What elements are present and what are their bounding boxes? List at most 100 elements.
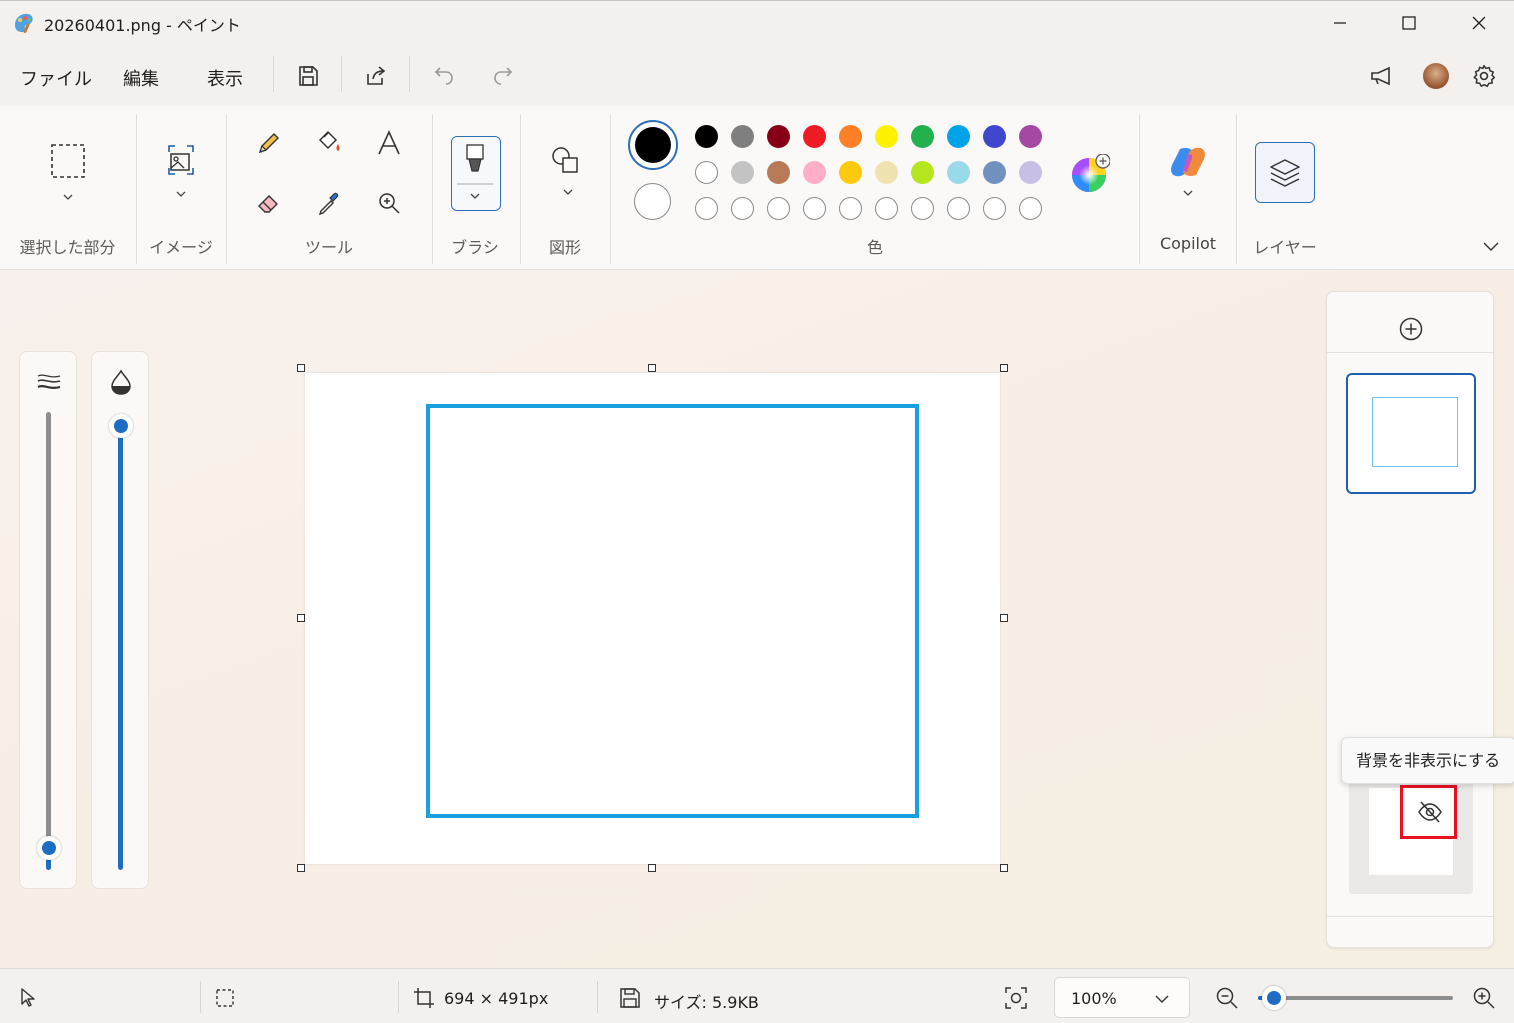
share-button[interactable] [360, 60, 392, 92]
undo-icon [434, 67, 453, 85]
fit-screen-icon [1005, 987, 1027, 1009]
custom-color-slot[interactable] [983, 197, 1006, 220]
zoom-slider-thumb[interactable] [1261, 986, 1286, 1010]
color-swatch[interactable] [695, 161, 718, 184]
brush-size-thumb[interactable] [37, 836, 61, 860]
text-tool[interactable] [372, 126, 406, 160]
edit-colors-button[interactable] [1070, 153, 1111, 194]
settings-button[interactable] [1468, 60, 1500, 92]
brush-size-track[interactable] [46, 412, 51, 870]
menu-view[interactable]: 表示 [207, 65, 243, 91]
ribbon: 選択した部分 イメージ ツール ブラシ 図形 色 Copilot レイヤー [0, 106, 1514, 270]
brush-icon [457, 144, 493, 199]
redo-button[interactable] [487, 60, 519, 92]
save-button[interactable] [292, 60, 324, 92]
maximize-button[interactable] [1374, 1, 1444, 45]
resize-handle-bottom[interactable] [648, 864, 656, 872]
color-swatch[interactable] [911, 161, 934, 184]
avatar[interactable] [1423, 63, 1449, 89]
color-swatch[interactable] [947, 161, 970, 184]
layer-thumbnail-1[interactable] [1346, 373, 1476, 494]
color-swatch[interactable] [803, 125, 826, 148]
resize-handle-right[interactable] [1000, 614, 1008, 622]
magnifier-tool[interactable] [372, 186, 406, 220]
brush-button[interactable] [451, 136, 501, 211]
copilot-button[interactable] [1164, 144, 1212, 204]
file-size: サイズ: 5.9KB [654, 993, 759, 1012]
primary-color-button[interactable] [628, 120, 678, 170]
custom-color-slot[interactable] [947, 197, 970, 220]
resize-handle-top-left[interactable] [297, 364, 305, 372]
opacity-thumb[interactable] [109, 414, 133, 438]
custom-color-slot[interactable] [875, 197, 898, 220]
color-swatch[interactable] [839, 161, 862, 184]
color-swatch[interactable] [983, 161, 1006, 184]
layers-button[interactable] [1255, 142, 1315, 203]
hide-background-button[interactable] [1400, 785, 1457, 839]
secondary-color-button[interactable] [634, 183, 671, 220]
shapes-button[interactable] [542, 144, 588, 202]
resize-handle-top[interactable] [648, 364, 656, 372]
custom-color-slot[interactable] [731, 197, 754, 220]
custom-color-slot[interactable] [695, 197, 718, 220]
announcement-icon [1371, 66, 1390, 86]
resize-handle-bottom-right[interactable] [1000, 864, 1008, 872]
whats-new-button[interactable] [1366, 60, 1398, 92]
color-swatch[interactable] [1019, 161, 1042, 184]
custom-color-slot[interactable] [803, 197, 826, 220]
close-button[interactable] [1444, 1, 1514, 45]
fit-to-window-button[interactable] [1003, 985, 1029, 1011]
color-swatch[interactable] [695, 125, 718, 148]
color-swatch[interactable] [839, 125, 862, 148]
opacity-track[interactable] [118, 426, 123, 870]
file-size-indicator [618, 986, 642, 1010]
zoom-out-button[interactable] [1214, 985, 1240, 1011]
menu-edit[interactable]: 編集 [123, 65, 159, 91]
color-swatch[interactable] [983, 125, 1006, 148]
save-icon [620, 988, 640, 1008]
custom-color-slot[interactable] [1019, 197, 1042, 220]
zoom-dropdown[interactable]: 100% [1054, 977, 1190, 1018]
menu-bar: ファイル 編集 表示 [0, 46, 1514, 106]
group-label-shapes: 図形 [548, 238, 581, 257]
color-swatch[interactable] [731, 125, 754, 148]
color-picker-tool[interactable] [312, 186, 346, 220]
minimize-button[interactable] [1305, 1, 1375, 45]
color-swatch[interactable] [947, 125, 970, 148]
selection-button[interactable] [44, 136, 92, 206]
color-swatch[interactable] [767, 161, 790, 184]
color-swatch[interactable] [875, 125, 898, 148]
color-swatch[interactable] [875, 161, 898, 184]
custom-color-slot[interactable] [911, 197, 934, 220]
eraser-tool[interactable] [252, 186, 286, 220]
opacity-panel [91, 351, 149, 889]
selection-size-indicator [214, 987, 236, 1009]
zoom-slider-track[interactable] [1258, 996, 1453, 1000]
drawing-canvas[interactable] [305, 373, 1000, 864]
ribbon-collapse-button[interactable] [1480, 238, 1502, 254]
pencil-tool[interactable] [252, 126, 286, 160]
color-swatch[interactable] [911, 125, 934, 148]
color-swatch[interactable] [731, 161, 754, 184]
resize-handle-left[interactable] [297, 614, 305, 622]
add-layer-button[interactable] [1397, 315, 1425, 343]
custom-color-slot[interactable] [839, 197, 862, 220]
group-label-copilot: Copilot [1159, 234, 1217, 253]
color-swatch[interactable] [803, 161, 826, 184]
resize-handle-bottom-left[interactable] [297, 864, 305, 872]
color-swatch[interactable] [767, 125, 790, 148]
fill-tool[interactable] [312, 126, 346, 160]
menu-file[interactable]: ファイル [20, 65, 92, 91]
primary-color-swatch [635, 127, 671, 163]
share-icon [367, 66, 386, 85]
pencil-icon [258, 133, 279, 154]
canvas-size-indicator [413, 987, 435, 1009]
undo-button[interactable] [428, 60, 460, 92]
layers-icon [1270, 158, 1300, 187]
color-swatch[interactable] [1019, 125, 1042, 148]
custom-color-slot[interactable] [767, 197, 790, 220]
zoom-in-button[interactable] [1471, 985, 1497, 1011]
resize-handle-top-right[interactable] [1000, 364, 1008, 372]
image-button[interactable] [157, 140, 205, 202]
color-picker-icon [318, 192, 339, 216]
